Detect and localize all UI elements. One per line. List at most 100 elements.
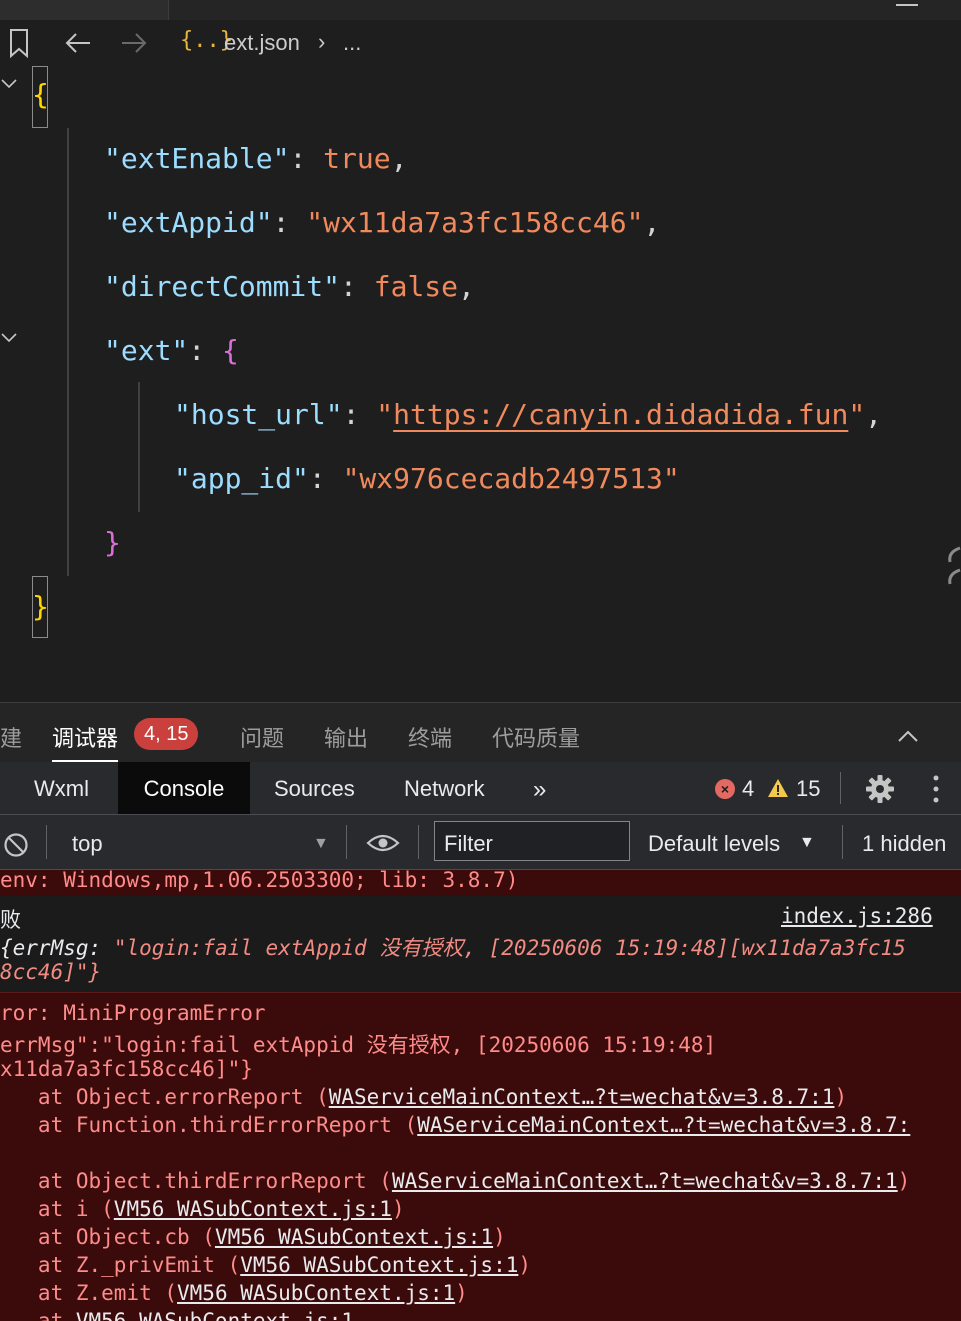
stack-frame: at Function.thirdErrorReport (WAServiceM… — [0, 1113, 910, 1137]
tab-sources[interactable]: Sources — [270, 762, 359, 814]
json-colon: : — [188, 334, 223, 367]
console-text: 败 — [0, 908, 21, 932]
dropdown-caret-icon[interactable]: ▼ — [799, 834, 815, 852]
stack-frame: at Object.errorReport (WAServiceMainCont… — [0, 1085, 847, 1109]
breadcrumb-bar — [0, 20, 961, 66]
code-close-brace: } — [32, 590, 49, 623]
kebab-menu-icon[interactable] — [930, 774, 942, 804]
tab-wxml[interactable]: Wxml — [30, 762, 93, 814]
warning-icon — [768, 779, 788, 797]
warning-count[interactable]: 15 — [796, 776, 820, 802]
source-link[interactable]: WAServiceMainContext…?t=wechat&v=3.8.7:1 — [392, 1169, 898, 1193]
stack-frame-text: at Object.errorReport ( — [0, 1085, 329, 1109]
editor-tab[interactable] — [0, 0, 169, 20]
json-quote: " — [848, 398, 866, 431]
json-value: false — [373, 270, 459, 303]
json-colon: : — [342, 398, 377, 431]
source-link[interactable]: WAServiceMainContext…?t=wechat&v=3.8.7:1 — [329, 1085, 835, 1109]
chevron-up-icon[interactable] — [897, 729, 919, 743]
stack-frame-text: ) — [518, 1253, 532, 1277]
breadcrumb-file[interactable]: ext.json — [224, 30, 300, 56]
stack-frame-text: ) — [455, 1281, 468, 1305]
console-text: env: Windows,mp,1.06.2503300; lib: 3.8.7… — [0, 870, 519, 892]
error-text: errMsg":"login:fail extAppid 没有授权, [2025… — [0, 1033, 717, 1057]
fold-chevron-icon[interactable] — [0, 74, 18, 92]
hidden-messages-count[interactable]: 1 hidden — [862, 831, 946, 857]
error-text: ror: MiniProgramError — [0, 1001, 266, 1025]
console-message-error: env: Windows,mp,1.06.2503300; lib: 3.8.7… — [0, 870, 961, 896]
source-link[interactable]: WAServiceMainContext…?t=wechat&v=3.8.7: — [417, 1113, 910, 1137]
tab-debugger[interactable]: 调试器 — [52, 721, 118, 753]
toolbar-divider — [418, 825, 419, 859]
console-toolbar: top ▼ Filter Default levels ▼ 1 hidden — [0, 815, 961, 870]
json-key: "ext" — [104, 334, 189, 367]
toolbar-divider — [840, 772, 841, 804]
stack-frame: at Object.cb (VM56 WASubContext.js:1) — [0, 1225, 506, 1249]
error-count[interactable]: 4 — [742, 776, 754, 802]
json-url-link[interactable]: https://canyin.didadida.fun — [393, 398, 848, 431]
stack-frame: at VM56 WASubContext.js:1 — [0, 1309, 354, 1321]
tab-problems[interactable]: 问题 — [240, 721, 284, 753]
back-arrow-icon[interactable] — [62, 26, 94, 60]
json-key: "app_id" — [174, 462, 309, 495]
code-line-extAppid: "extAppid": "wx11da7a3fc158cc46", — [104, 206, 660, 239]
code-line-extEnable: "extEnable": true, — [104, 142, 407, 175]
json-key: "host_url" — [174, 398, 343, 431]
source-link[interactable]: VM56 WASubContext.js:1 — [240, 1253, 518, 1277]
stack-frame-text: at Z._privEmit ( — [0, 1253, 241, 1277]
stack-frame: at Object.thirdErrorReport (WAServiceMai… — [0, 1169, 910, 1193]
code-editor[interactable]: { "extEnable": true, "extAppid": "wx11da… — [0, 66, 961, 702]
stack-frame: at Z._privEmit (VM56 WASubContext.js:1) — [0, 1253, 531, 1277]
gear-icon[interactable] — [864, 773, 896, 805]
dropdown-caret-icon[interactable]: ▼ — [313, 835, 329, 853]
eye-icon[interactable] — [366, 832, 400, 854]
window-minimize-icon[interactable] — [896, 0, 918, 6]
json-comma: , — [458, 270, 475, 303]
stack-frame: at Z.emit (VM56 WASubContext.js:1) — [0, 1281, 468, 1305]
json-value: "wx976cecadb2497513" — [342, 462, 680, 495]
stack-frame-text: ) — [391, 1197, 405, 1221]
tab-code-quality[interactable]: 代码质量 — [492, 721, 580, 753]
tab-console[interactable]: Console — [118, 762, 250, 814]
json-colon: : — [308, 462, 343, 495]
log-levels-dropdown[interactable]: Default levels — [648, 831, 780, 857]
stack-frame-text: ) — [897, 1169, 911, 1193]
source-link[interactable]: index.js:286 — [781, 904, 933, 928]
filter-input[interactable]: Filter — [434, 821, 630, 861]
more-tabs-icon[interactable]: » — [533, 776, 546, 804]
stack-frame-text: at Z.emit ( — [0, 1281, 178, 1305]
code-line-directCommit: "directCommit": false, — [104, 270, 475, 303]
tab-build[interactable]: 建 — [0, 721, 22, 753]
stack-frame-text: at Function.thirdErrorReport ( — [0, 1113, 418, 1137]
console-output[interactable]: env: Windows,mp,1.06.2503300; lib: 3.8.7… — [0, 870, 961, 1321]
json-value: { — [222, 334, 239, 367]
object-value: 8cc46]"} — [0, 960, 102, 984]
fold-chevron-icon[interactable] — [0, 328, 18, 346]
bookmark-icon[interactable] — [6, 26, 32, 60]
context-selector[interactable]: top — [72, 831, 103, 857]
stack-frame-text: ) — [493, 1225, 506, 1249]
panel-tab-bar: 建 调试器 4, 15 问题 输出 终端 代码质量 — [0, 702, 961, 763]
json-key: "extAppid" — [104, 206, 273, 239]
code-open-brace: { — [32, 78, 49, 111]
breadcrumb-separator: › — [318, 29, 326, 54]
tab-network[interactable]: Network — [400, 762, 489, 814]
source-link[interactable]: VM56 WASubContext.js:1 — [76, 1309, 354, 1321]
clear-console-icon[interactable] — [3, 832, 29, 858]
editor-tab-strip — [0, 0, 961, 20]
error-text: x11da7a3fc158cc46]"} — [0, 1057, 253, 1081]
stack-frame-text: at — [0, 1309, 76, 1321]
source-link[interactable]: VM56 WASubContext.js:1 — [215, 1225, 493, 1249]
forward-arrow-icon[interactable] — [118, 26, 150, 60]
code-line-app-id: "app_id": "wx976cecadb2497513" — [174, 462, 680, 495]
json-key: "directCommit" — [104, 270, 341, 303]
json-colon: : — [272, 206, 307, 239]
breadcrumb-more[interactable]: ... — [343, 30, 361, 56]
json-colon: : — [340, 270, 374, 303]
source-link[interactable]: VM56 WASubContext.js:1 — [114, 1197, 392, 1221]
json-value: "wx11da7a3fc158cc46" — [306, 206, 644, 239]
tab-output[interactable]: 输出 — [324, 721, 368, 753]
tab-terminal[interactable]: 终端 — [408, 721, 452, 753]
source-link[interactable]: VM56 WASubContext.js:1 — [177, 1281, 455, 1305]
object-key: {errMsg: — [0, 936, 102, 960]
